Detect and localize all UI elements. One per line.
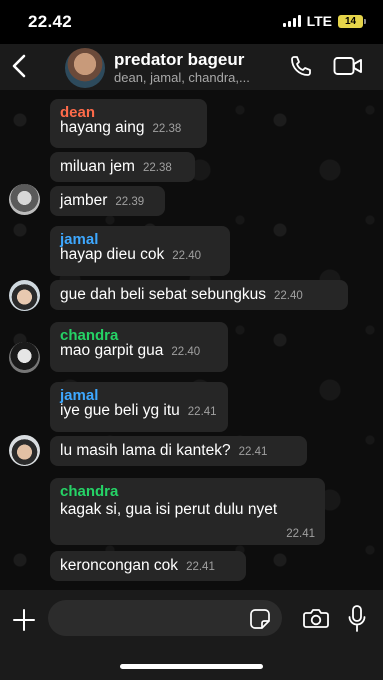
message-bubble[interactable]: jamal hayap dieu cok 22.40 — [50, 226, 230, 276]
message-text: hayang aing — [60, 119, 145, 136]
message-text: iye gue beli yg itu — [60, 402, 180, 419]
message-text: jamber — [60, 192, 108, 209]
message-bubble[interactable]: lu masih lama di kantek? 22.41 — [50, 436, 307, 466]
message-bubble[interactable]: dean hayang aing 22.38 — [50, 99, 207, 148]
message-bubble[interactable]: gue dah beli sebat sebungkus 22.40 — [50, 280, 348, 310]
group-members[interactable]: dean, jamal, chandra,... — [114, 70, 284, 85]
battery-icon: 14 — [338, 14, 366, 28]
sender-avatar[interactable] — [9, 435, 40, 466]
message-text: keroncongan cok — [60, 557, 179, 574]
message-bubble[interactable]: jamber 22.39 — [50, 186, 165, 216]
camera-icon[interactable] — [303, 607, 329, 629]
message-text: mao garpit gua — [60, 342, 164, 359]
sender-avatar[interactable] — [9, 342, 40, 373]
sender-name: jamal — [60, 231, 99, 248]
message-time: 22.39 — [115, 196, 145, 208]
video-camera-icon[interactable] — [333, 55, 363, 77]
message-bubble[interactable]: chandra kagak si, gua isi perut dulu nye… — [50, 478, 325, 545]
status-indicators: LTE 14 — [282, 13, 366, 29]
message-time: 22.40 — [171, 346, 201, 358]
group-avatar[interactable] — [65, 48, 105, 88]
sender-name: chandra — [60, 327, 119, 344]
sticker-icon[interactable] — [249, 608, 271, 630]
status-bar: 22.42 LTE 14 — [0, 0, 383, 44]
message-time: 22.41 — [186, 561, 215, 573]
phone-icon[interactable] — [289, 54, 313, 78]
message-text: hayap dieu cok — [60, 246, 165, 263]
message-bubble[interactable]: keroncongan cok 22.41 — [50, 551, 246, 581]
message-time: 22.38 — [152, 123, 182, 135]
message-time: 22.40 — [172, 250, 202, 262]
signal-icon — [282, 15, 301, 27]
home-indicator[interactable] — [120, 664, 263, 669]
message-time: 22.41 — [187, 406, 217, 418]
message-text: kagak si, gua isi perut dulu nyet — [60, 501, 278, 518]
sender-avatar[interactable] — [9, 184, 40, 215]
message-bubble[interactable]: miluan jem 22.38 — [50, 152, 195, 182]
message-time: 22.40 — [273, 290, 303, 302]
chat-header: predator bageur dean, jamal, chandra,... — [0, 44, 383, 90]
group-title[interactable]: predator bageur — [114, 50, 244, 70]
sender-name: dean — [60, 104, 96, 121]
message-time: 22.41 — [238, 446, 268, 458]
message-text: lu masih lama di kantek? — [60, 442, 231, 459]
sender-avatar[interactable] — [9, 280, 40, 311]
message-bubble[interactable]: jamal iye gue beli yg itu 22.41 — [50, 382, 228, 432]
network-type: LTE — [306, 13, 332, 29]
message-bubble[interactable]: chandra mao garpit gua 22.40 — [50, 322, 228, 372]
composer-bar — [0, 590, 383, 680]
message-time: 22.41 — [286, 528, 315, 540]
message-text: gue dah beli sebat sebungkus — [60, 286, 266, 303]
message-list[interactable]: dean hayang aing 22.38 miluan jem 22.38 ja… — [0, 90, 383, 590]
status-time: 22.42 — [28, 12, 73, 31]
message-input[interactable] — [48, 600, 282, 636]
message-text: miluan jem — [60, 158, 135, 175]
plus-icon[interactable] — [12, 608, 36, 632]
microphone-icon[interactable] — [348, 605, 366, 633]
chevron-left-icon[interactable] — [10, 53, 30, 79]
sender-name: chandra — [60, 483, 119, 500]
sender-name: jamal — [60, 387, 99, 404]
message-time: 22.38 — [142, 162, 172, 174]
